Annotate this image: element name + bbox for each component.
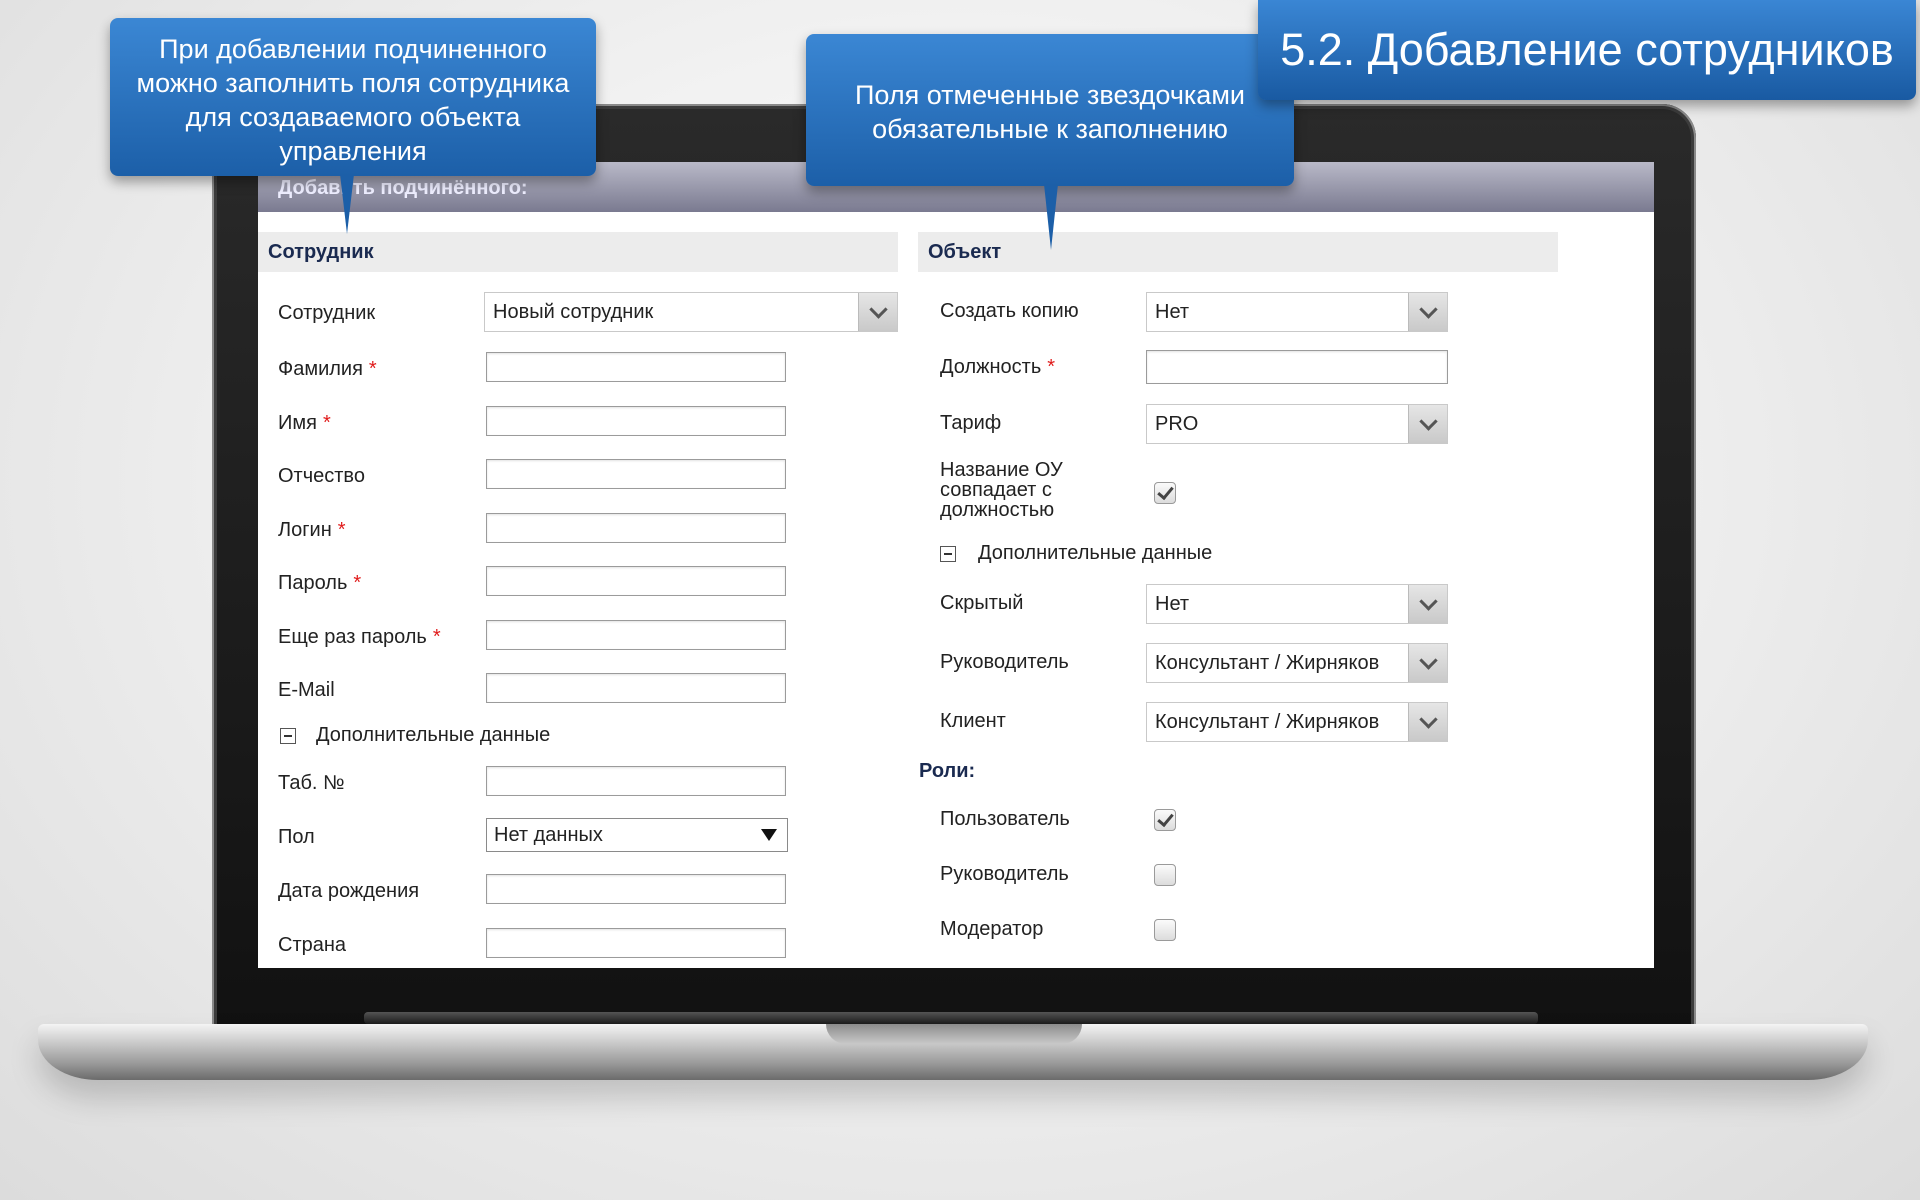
ou-name-label-line2: совпадает с xyxy=(940,479,1052,501)
employee-additional-title[interactable]: Дополнительные данные xyxy=(316,724,550,747)
slide-title: 5.2. Добавление сотрудников xyxy=(1258,0,1916,100)
employee-label: Сотрудник xyxy=(278,302,376,324)
employee-field-input[interactable] xyxy=(486,566,786,596)
employee-field-label-text: Фамилия xyxy=(278,358,363,380)
employee-field-input[interactable] xyxy=(486,352,786,382)
role-label: Модератор xyxy=(940,918,1044,940)
roles-title: Роли: xyxy=(919,760,976,782)
manager-label: Руководитель xyxy=(940,651,1069,673)
required-marker: * xyxy=(353,572,362,594)
employee-field-input[interactable] xyxy=(486,406,786,436)
callout-pointer xyxy=(1044,184,1058,250)
hidden-combo-value: Нет xyxy=(1155,593,1190,615)
required-marker: * xyxy=(322,412,331,434)
manager-combo[interactable]: Консультант / Жирняков xyxy=(1146,643,1448,683)
employee-field-label: E-Mail xyxy=(278,679,341,702)
role-checkbox[interactable] xyxy=(1154,919,1176,941)
chevron-down-icon[interactable] xyxy=(1408,585,1447,623)
chevron-down-icon[interactable] xyxy=(858,293,897,331)
gender-label: Пол xyxy=(278,826,315,848)
required-marker: * xyxy=(368,358,377,380)
manager-combo-value: Консультант / Жирняков xyxy=(1155,652,1380,674)
dropdown-triangle-icon xyxy=(761,829,777,841)
tariff-label: Тариф xyxy=(940,412,1002,434)
ou-name-checkbox[interactable] xyxy=(1154,482,1176,504)
role-checkbox[interactable] xyxy=(1154,809,1176,831)
client-combo[interactable]: Консультант / Жирняков xyxy=(1146,702,1448,742)
tab-number-label: Таб. № xyxy=(278,772,345,794)
employee-field-input[interactable] xyxy=(486,620,786,650)
employee-field-label-text: Логин xyxy=(278,519,332,541)
birthdate-label: Дата рождения xyxy=(278,880,420,902)
collapse-minus-icon[interactable] xyxy=(940,546,956,562)
employee-field-label-text: Отчество xyxy=(278,465,365,487)
laptop-hinge xyxy=(364,1012,1538,1024)
client-combo-value: Консультант / Жирняков xyxy=(1155,711,1380,733)
employee-field-label-text: Имя xyxy=(278,412,317,434)
employee-field-input[interactable] xyxy=(486,673,786,703)
employee-field-label-text: Еще раз пароль xyxy=(278,626,427,648)
hidden-combo[interactable]: Нет xyxy=(1146,584,1448,624)
callout-pointer xyxy=(340,174,354,234)
employee-field-label: Пароль * xyxy=(278,572,361,595)
hidden-label: Скрытый xyxy=(940,592,1024,614)
employee-combo[interactable]: Новый сотрудник xyxy=(484,292,898,332)
object-additional-title[interactable]: Дополнительные данные xyxy=(978,542,1212,565)
role-label: Руководитель xyxy=(940,863,1069,885)
copy-combo-value: Нет xyxy=(1155,301,1190,323)
role-label: Пользователь xyxy=(940,808,1070,830)
employee-field-input[interactable] xyxy=(486,459,786,489)
ou-name-label-line3: должностью xyxy=(940,499,1055,521)
chevron-down-icon[interactable] xyxy=(1408,644,1447,682)
required-marker: * xyxy=(1047,356,1056,378)
collapse-minus-icon[interactable] xyxy=(280,728,296,744)
position-label-text: Должность xyxy=(940,356,1042,378)
object-section-title: Объект xyxy=(918,232,1558,272)
employee-combo-value: Новый сотрудник xyxy=(493,301,654,323)
role-checkbox[interactable] xyxy=(1154,864,1176,886)
gender-select[interactable]: Нет данных xyxy=(486,818,788,852)
tariff-combo[interactable]: PRO xyxy=(1146,404,1448,444)
employee-field-label: Отчество xyxy=(278,465,371,488)
employee-section-title: Сотрудник xyxy=(258,232,898,272)
callout-required-fields: Поля отмеченные звездочками обязательные… xyxy=(806,34,1294,186)
employee-field-label: Имя * xyxy=(278,412,331,435)
callout-subordinate-fields: При добавлении подчиненного можно заполн… xyxy=(110,18,596,176)
employee-field-input[interactable] xyxy=(486,513,786,543)
employee-field-label: Еще раз пароль * xyxy=(278,626,441,649)
client-label: Клиент xyxy=(940,710,1006,732)
birthdate-input[interactable] xyxy=(486,874,786,904)
tab-number-input[interactable] xyxy=(486,766,786,796)
copy-combo[interactable]: Нет xyxy=(1146,292,1448,332)
chevron-down-icon[interactable] xyxy=(1408,405,1447,443)
chevron-down-icon[interactable] xyxy=(1408,293,1447,331)
country-input[interactable] xyxy=(486,928,786,958)
ou-name-label: Название ОУ совпадает с должностью xyxy=(940,460,1063,520)
copy-label: Создать копию xyxy=(940,300,1079,322)
app-screen: Добавить подчинённого: Сотрудник Сотрудн… xyxy=(258,162,1654,968)
required-marker: * xyxy=(337,519,346,541)
ou-name-label-line1: Название ОУ xyxy=(940,459,1063,481)
employee-field-label: Фамилия * xyxy=(278,358,377,381)
employee-field-label: Логин * xyxy=(278,519,346,542)
country-label: Страна xyxy=(278,934,347,956)
employee-field-label-text: Пароль xyxy=(278,572,348,594)
laptop-base-notch xyxy=(826,1024,1082,1044)
position-input[interactable] xyxy=(1146,350,1448,384)
position-label: Должность * xyxy=(940,356,1055,379)
dialog-title: Добавить подчинённого: xyxy=(278,177,528,199)
gender-select-value: Нет данных xyxy=(494,824,603,846)
required-marker: * xyxy=(432,626,441,648)
chevron-down-icon[interactable] xyxy=(1408,703,1447,741)
tariff-combo-value: PRO xyxy=(1155,413,1199,435)
employee-field-label-text: E-Mail xyxy=(278,679,335,701)
